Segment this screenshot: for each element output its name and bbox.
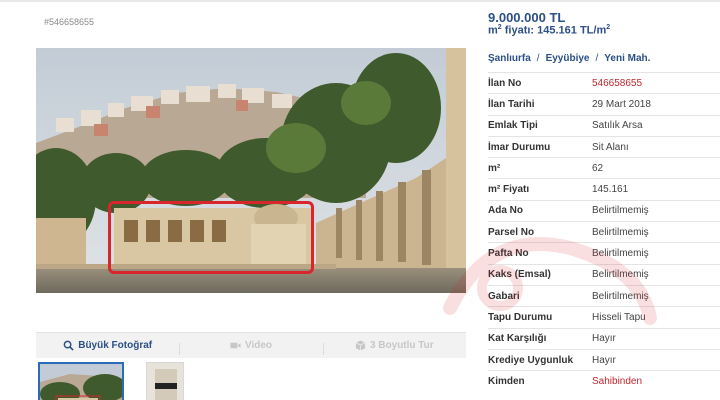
detail-key: Pafta No bbox=[488, 248, 529, 260]
location-neighborhood[interactable]: Yeni Mah. bbox=[604, 53, 650, 64]
detail-value: Sit Alanı bbox=[592, 141, 629, 153]
detail-value: Belirtilmemiş bbox=[592, 290, 649, 302]
detail-row: İlan Tarihi 29 Mart 2018 bbox=[488, 93, 720, 114]
location-district[interactable]: Eyyübiye bbox=[546, 53, 590, 64]
price-total: 9.000.000 TL bbox=[488, 10, 566, 25]
tab-video[interactable]: Video bbox=[179, 340, 322, 355]
tab-label: Video bbox=[244, 340, 273, 351]
detail-row: Krediye Uygunluk Hayır bbox=[488, 348, 720, 370]
detail-row: Kat Karşılığı Hayır bbox=[488, 327, 720, 349]
m2-sup-unit: 2 bbox=[606, 24, 611, 31]
detail-row: Emlak Tipi Satılık Arsa bbox=[488, 114, 720, 136]
detail-key: İlan No bbox=[488, 77, 522, 89]
detail-row: m² 62 bbox=[488, 157, 720, 178]
detail-value: 29 Mart 2018 bbox=[592, 98, 651, 110]
location-city[interactable]: Şanlıurfa bbox=[488, 53, 531, 64]
price-per-m2: m2 fiyatı: 145.161 TL/m2 bbox=[488, 24, 610, 37]
detail-value: Belirtilmemiş bbox=[592, 248, 649, 260]
detail-value: Sahibinden bbox=[592, 375, 643, 387]
thumbnail-image bbox=[40, 364, 122, 400]
tab-label: Büyük Fotoğraf bbox=[78, 340, 153, 351]
thumbnail-strip bbox=[36, 360, 466, 400]
detail-key: Parsel No bbox=[488, 226, 535, 238]
highlight-frame bbox=[108, 201, 314, 274]
detail-value: 546658655 bbox=[592, 77, 643, 89]
breadcrumb-separator: / bbox=[595, 53, 599, 64]
detail-key: Ada No bbox=[488, 205, 523, 217]
tab-3d-tour[interactable]: 3 Boyutlu Tur bbox=[322, 340, 466, 355]
detail-value: Hayır bbox=[592, 354, 616, 366]
details-table: İlan No 546658655 İlan Tarihi 29 Mart 2018… bbox=[488, 72, 720, 391]
detail-row: İlan No 546658655 bbox=[488, 72, 720, 93]
detail-key: Kaks (Emsal) bbox=[488, 269, 551, 281]
tab-label: 3 Boyutlu Tur bbox=[369, 340, 434, 351]
detail-row: Tapu Durumu Hisseli Tapu bbox=[488, 306, 720, 327]
detail-value: 145.161 bbox=[592, 184, 629, 196]
tab-large-photo[interactable]: Büyük Fotoğraf bbox=[36, 340, 179, 351]
cube-icon bbox=[355, 340, 366, 351]
video-camera-icon bbox=[230, 342, 241, 349]
detail-key: m² Fiyatı bbox=[488, 184, 530, 196]
m2-prefix: m bbox=[488, 24, 498, 37]
detail-row: Pafta No Belirtilmemiş bbox=[488, 242, 720, 263]
detail-value: Belirtilmemiş bbox=[592, 226, 649, 238]
detail-row: Gabari Belirtilmemiş bbox=[488, 284, 720, 306]
detail-key: İlan Tarihi bbox=[488, 98, 535, 110]
breadcrumb-separator: / bbox=[536, 53, 540, 64]
listing-number: #546658655 bbox=[44, 17, 95, 27]
detail-key: İmar Durumu bbox=[488, 141, 551, 153]
top-divider bbox=[0, 0, 720, 2]
detail-value: 62 bbox=[592, 162, 604, 174]
detail-row: İmar Durumu Sit Alanı bbox=[488, 135, 720, 157]
thumbnail-2[interactable] bbox=[146, 362, 184, 400]
detail-key: m² bbox=[488, 162, 501, 174]
detail-key: Kimden bbox=[488, 375, 525, 387]
detail-row: m² Fiyatı 145.161 bbox=[488, 178, 720, 199]
detail-key: Tapu Durumu bbox=[488, 311, 553, 323]
listing-photo[interactable] bbox=[36, 48, 466, 293]
detail-row: Kaks (Emsal) Belirtilmemiş bbox=[488, 263, 720, 285]
detail-value: Satılık Arsa bbox=[592, 120, 643, 132]
detail-value: Belirtilmemiş bbox=[592, 205, 649, 217]
detail-key: Gabari bbox=[488, 290, 520, 302]
detail-key: Krediye Uygunluk bbox=[488, 354, 574, 366]
detail-key: Kat Karşılığı bbox=[488, 333, 547, 345]
detail-row: Kimden Sahibinden bbox=[488, 370, 720, 391]
thumbnail-image bbox=[147, 363, 183, 400]
detail-value: Belirtilmemiş bbox=[592, 269, 649, 281]
detail-value: Hisseli Tapu bbox=[592, 311, 646, 323]
detail-key: Emlak Tipi bbox=[488, 120, 538, 132]
media-tabs: Büyük Fotoğraf Video 3 Boyutlu Tur bbox=[36, 332, 466, 358]
detail-row: Parsel No Belirtilmemiş bbox=[488, 221, 720, 242]
detail-value: Hayır bbox=[592, 333, 616, 345]
m2-price-text: fiyatı: 145.161 TL/m bbox=[501, 24, 607, 37]
thumbnail-1[interactable] bbox=[38, 362, 124, 400]
search-icon bbox=[63, 340, 74, 351]
breadcrumb: Şanlıurfa / Eyyübiye / Yeni Mah. bbox=[488, 53, 650, 64]
detail-row: Ada No Belirtilmemiş bbox=[488, 199, 720, 221]
